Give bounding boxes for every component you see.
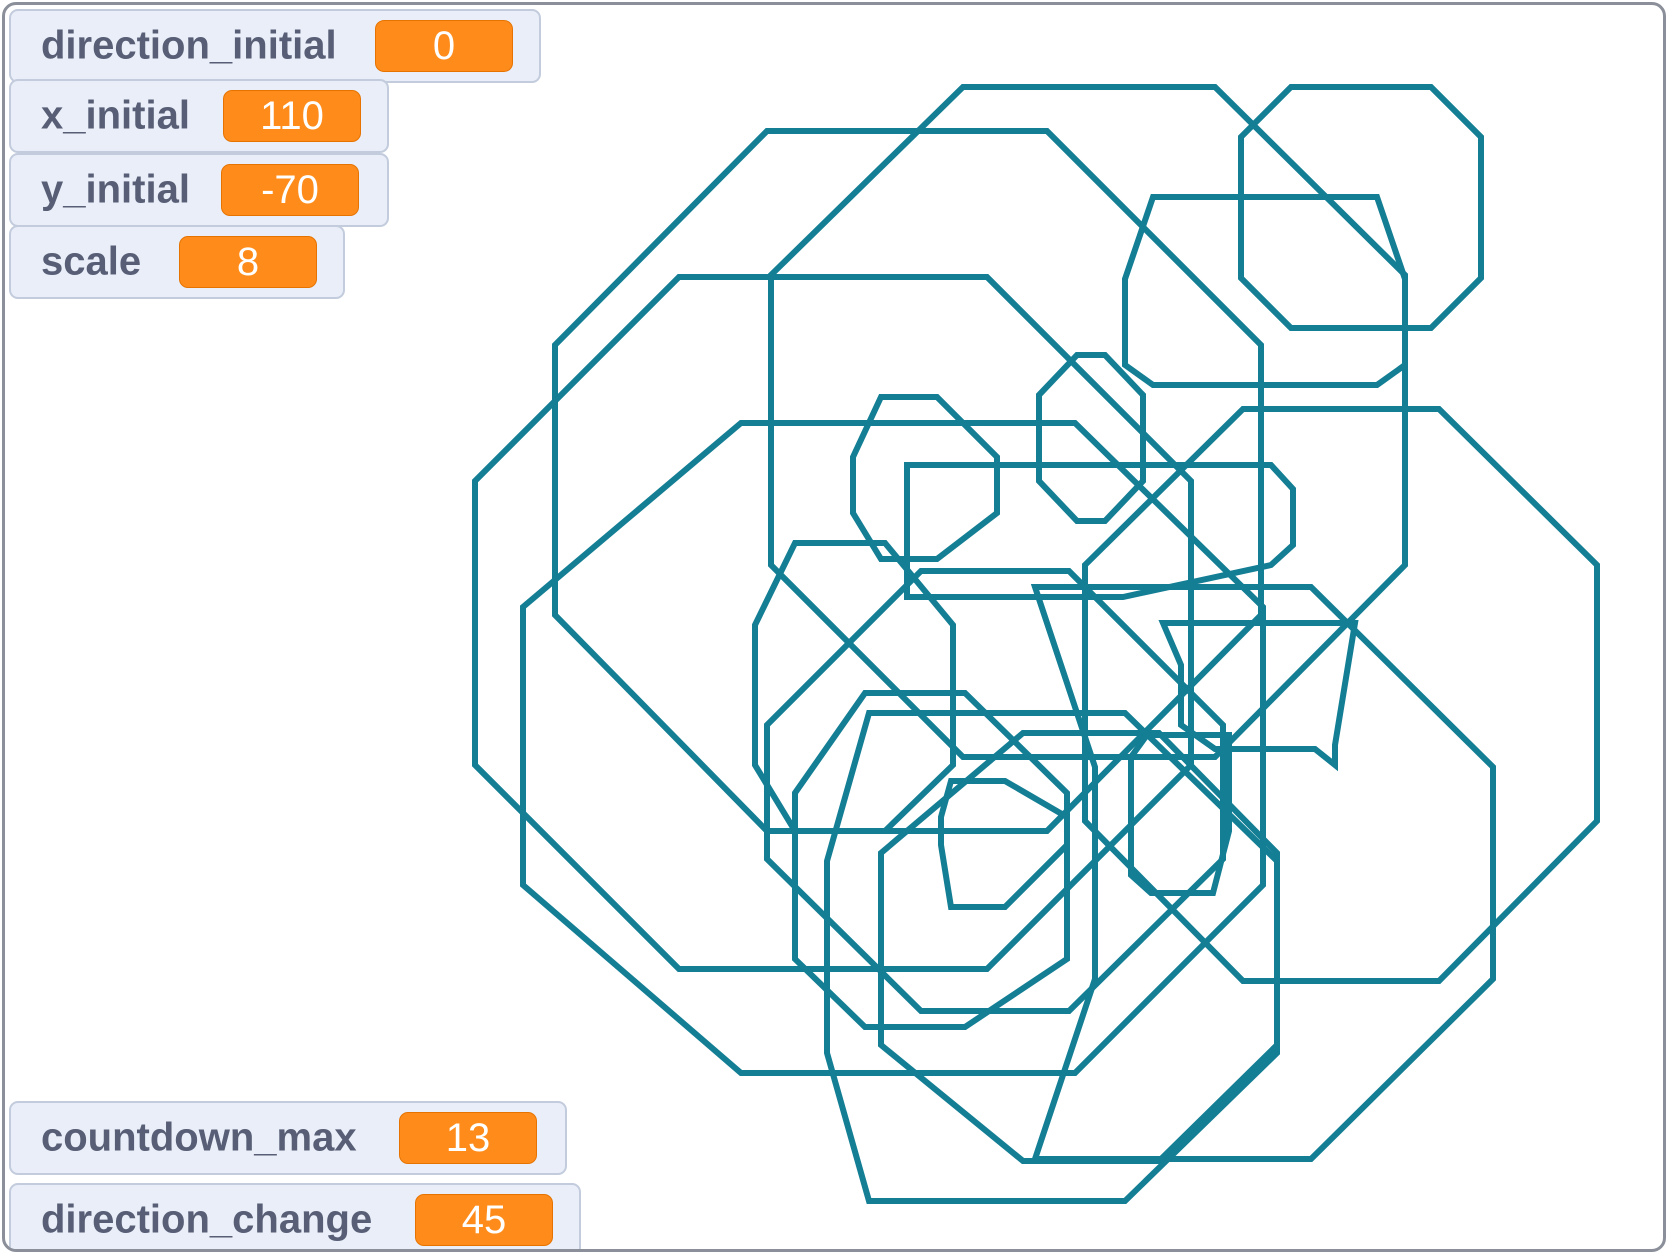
pen-octagon: [1238, 84, 1484, 331]
pen-octagon: [938, 778, 1070, 910]
monitor-scale[interactable]: scale 8: [9, 225, 345, 299]
monitor-value: 110: [223, 90, 361, 142]
pen-octagon: [792, 690, 1070, 1030]
monitor-direction-initial[interactable]: direction_initial 0: [9, 9, 541, 83]
monitor-countdown-max[interactable]: countdown_max 13: [9, 1101, 567, 1175]
monitor-value: 0: [375, 20, 513, 72]
monitor-y-initial[interactable]: y_initial -70: [9, 153, 389, 227]
monitor-direction-change[interactable]: direction_change 45: [9, 1183, 581, 1249]
pen-octagon: [1122, 194, 1408, 388]
stage[interactable]: direction_initial 0 x_initial 110 y_init…: [2, 2, 1666, 1252]
monitor-label: direction_change: [41, 1197, 373, 1242]
monitor-value: -70: [221, 164, 359, 216]
monitor-value: 45: [415, 1194, 553, 1246]
monitor-label: y_initial: [41, 167, 190, 212]
pen-octagon: [764, 568, 1226, 1014]
monitor-label: scale: [41, 239, 142, 284]
monitor-value: 8: [179, 236, 317, 288]
monitor-label: countdown_max: [41, 1115, 357, 1160]
monitor-label: x_initial: [41, 93, 190, 138]
monitor-value: 13: [399, 1112, 537, 1164]
pen-octagon: [752, 540, 956, 834]
monitor-label: direction_initial: [41, 23, 337, 68]
monitor-x-initial[interactable]: x_initial 110: [9, 79, 389, 153]
pen-octagon: [520, 420, 1266, 1076]
